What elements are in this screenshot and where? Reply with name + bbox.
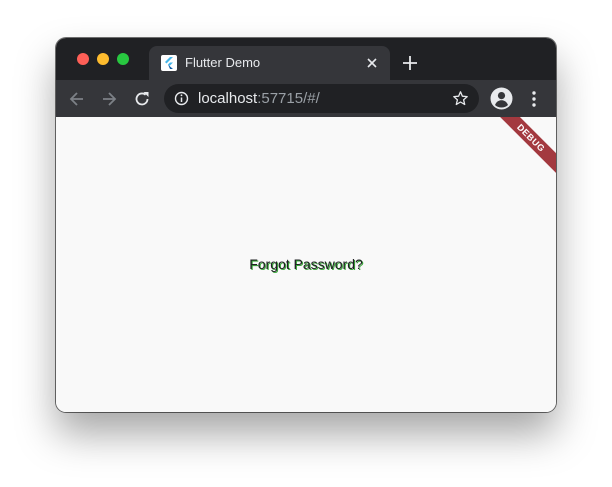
url-host: localhost	[198, 90, 258, 107]
close-window-button[interactable]	[77, 53, 89, 65]
address-bar[interactable]: localhost:57715/#/	[164, 84, 479, 113]
url-text: localhost:57715/#/	[198, 90, 320, 107]
kebab-menu-icon[interactable]	[528, 89, 540, 109]
reload-icon[interactable]	[132, 89, 152, 109]
star-icon[interactable]	[452, 90, 469, 107]
forgot-password-link[interactable]: Forgot Password?	[56, 255, 556, 273]
zoom-window-button[interactable]	[117, 53, 129, 65]
browser-toolbar: localhost:57715/#/	[56, 80, 556, 117]
plus-icon[interactable]	[401, 54, 419, 72]
tab-title: Flutter Demo	[185, 55, 261, 70]
debug-banner: DEBUG	[480, 117, 556, 189]
page-content: Forgot Password? DEBUG	[56, 117, 556, 412]
profile-icon[interactable]	[490, 87, 513, 110]
title-bar: Flutter Demo	[56, 38, 556, 80]
info-icon[interactable]	[174, 91, 189, 106]
arrow-right-icon[interactable]	[99, 89, 119, 109]
minimize-window-button[interactable]	[97, 53, 109, 65]
browser-window: Flutter Demo localhost:57715/#/ Forgot P…	[56, 38, 556, 412]
tab-flutter-demo[interactable]: Flutter Demo	[149, 46, 390, 80]
close-icon[interactable]	[364, 55, 380, 71]
arrow-left-icon[interactable]	[67, 89, 87, 109]
flutter-logo-icon	[161, 55, 177, 71]
url-path: :57715/#/	[257, 90, 320, 107]
